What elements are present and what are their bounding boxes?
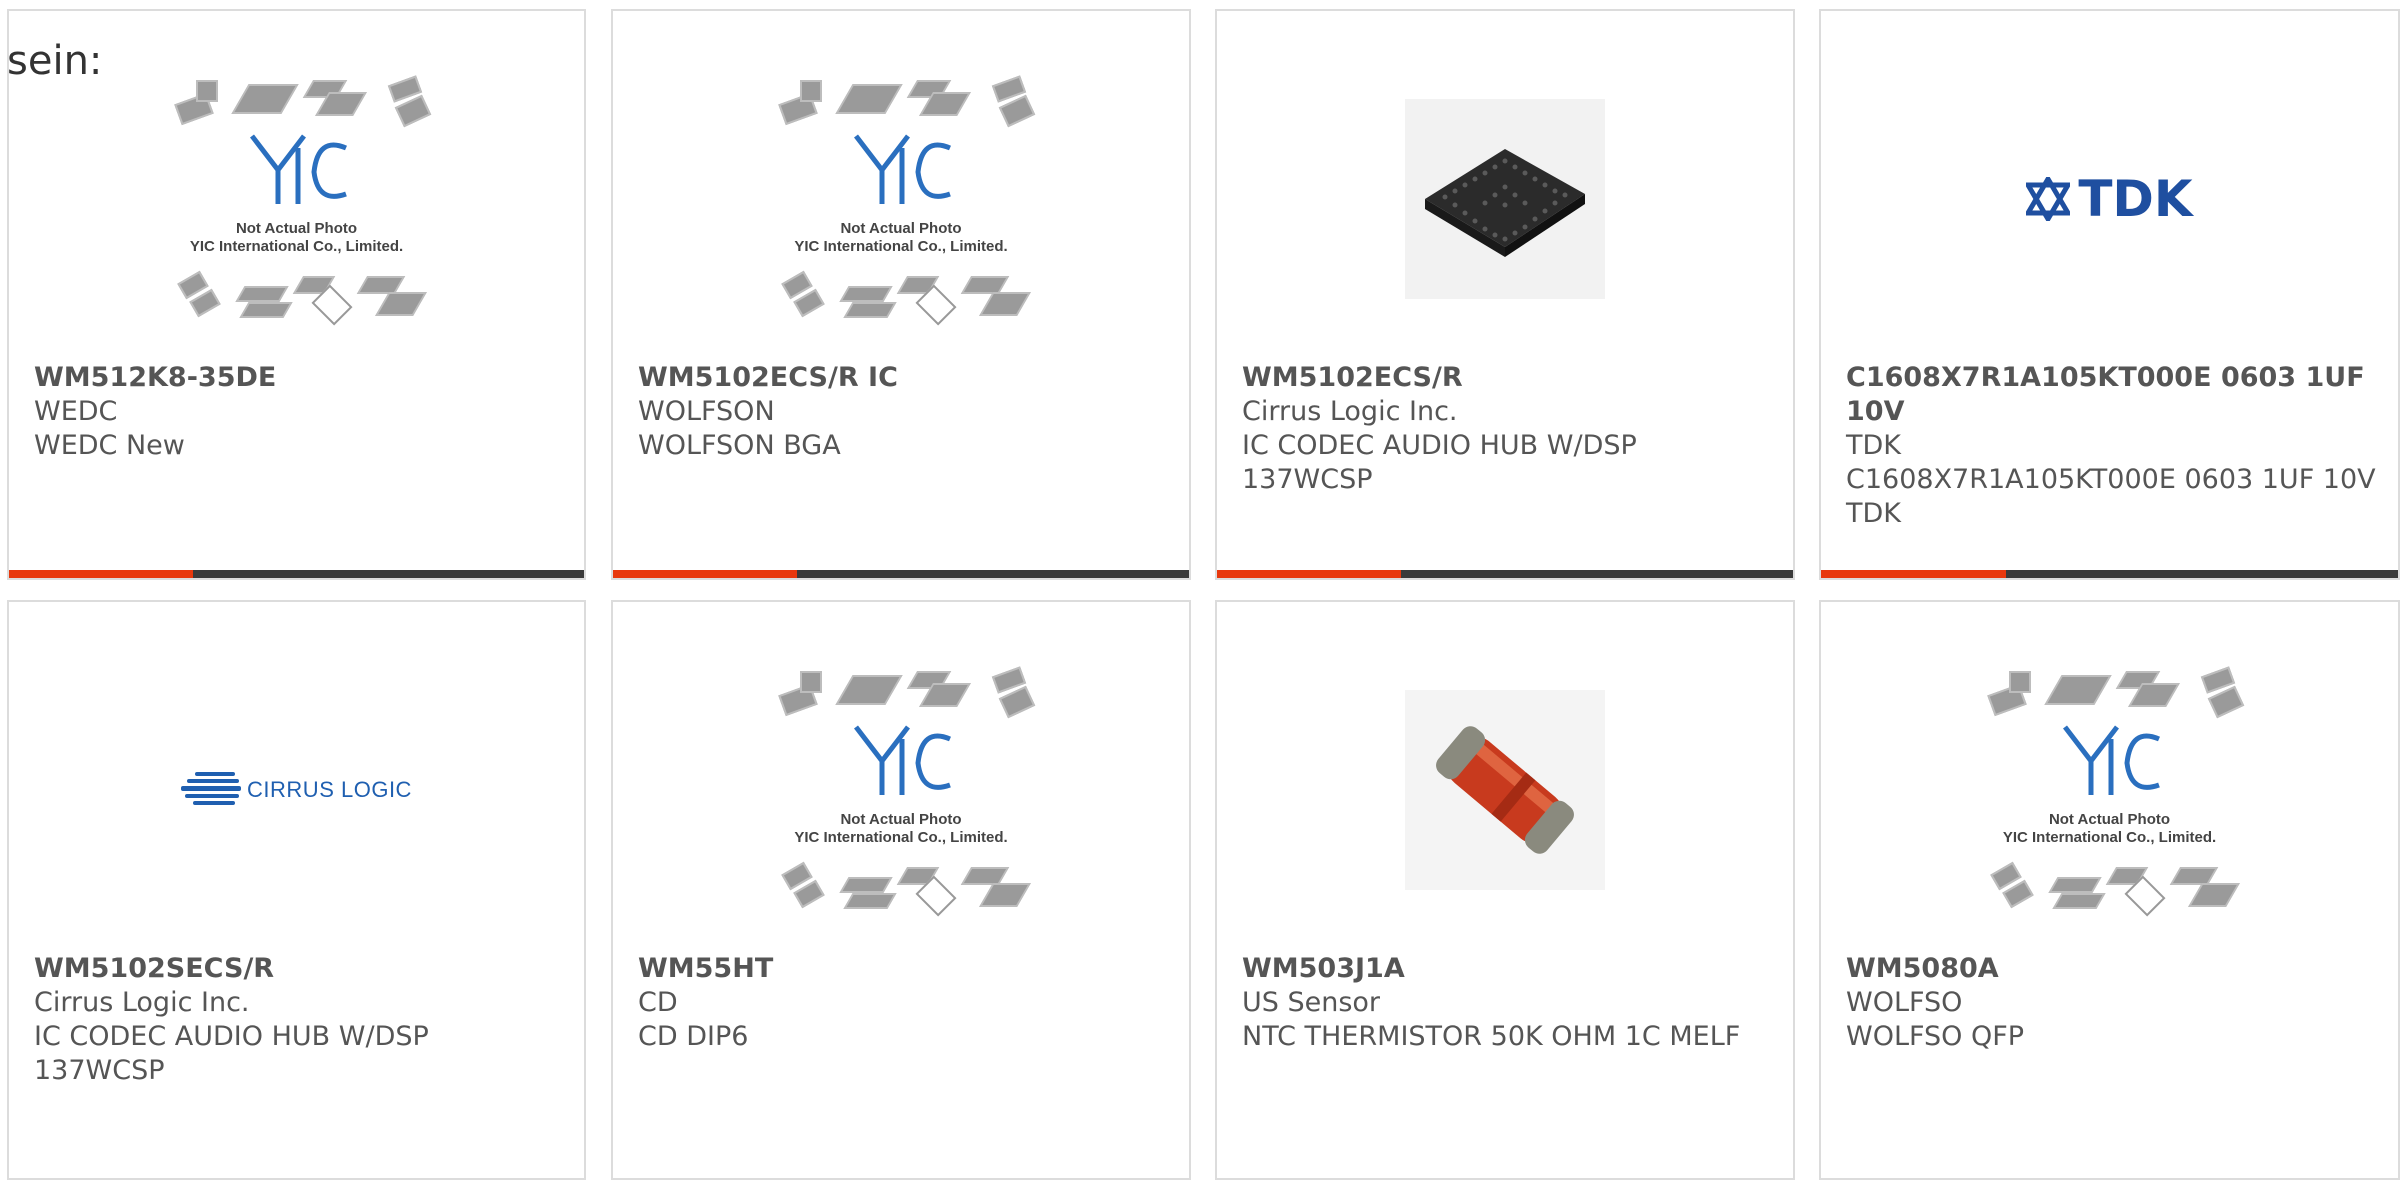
product-part-number[interactable]: WM5102ECS/R IC	[638, 361, 1169, 395]
placeholder-image: Not Actual Photo YIC International Co., …	[766, 75, 1036, 326]
product-manufacturer: WOLFSO	[1846, 987, 1963, 1018]
product-part-number[interactable]: WM5080A	[1846, 952, 2378, 986]
tdk-logo: TDK	[2026, 170, 2193, 228]
melf-diode-photo	[1405, 690, 1605, 890]
product-image[interactable]: Not Actual Photo YIC International Co., …	[1960, 664, 2260, 917]
product-manufacturer: US Sensor	[1242, 987, 1381, 1018]
product-manufacturer: CD	[638, 987, 678, 1018]
yic-logo-icon	[249, 134, 347, 204]
melf-diode-icon	[1436, 726, 1574, 854]
card-bar	[1217, 570, 1793, 578]
product-manufacturer: Cirrus Logic Inc.	[34, 987, 250, 1018]
placeholder-company: YIC International Co., Limited.	[2002, 829, 2217, 846]
card-bar	[613, 570, 1189, 578]
placeholder-caption: Not Actual Photo	[840, 811, 962, 828]
placeholder-caption: Not Actual Photo	[840, 220, 962, 237]
product-card[interactable]: Not Actual Photo YIC International Co., …	[611, 600, 1191, 1180]
product-part-number[interactable]: WM55HT	[638, 952, 1169, 986]
product-image[interactable]: TDK	[1960, 73, 2260, 325]
product-card[interactable]: Not Actual Photo YIC International Co., …	[7, 9, 586, 580]
product-part-number[interactable]: C1608X7R1A105KT000E 0603 1UF 10V	[1846, 361, 2378, 429]
product-description: WEDC New	[34, 430, 185, 461]
product-description: IC CODEC AUDIO HUB W/DSP 137WCSP	[34, 1021, 429, 1086]
cirrus-logic-logo: CIRRUS LOGIC	[181, 770, 412, 810]
product-image[interactable]	[1355, 664, 1655, 916]
product-part-number[interactable]: WM512K8-35DE	[34, 361, 564, 395]
bga-chip-icon	[1425, 149, 1585, 257]
placeholder-caption: Not Actual Photo	[235, 220, 358, 237]
product-card[interactable]: CIRRUS LOGIC WM5102SECS/R Cirrus Logic I…	[7, 600, 586, 1180]
product-card[interactable]: Not Actual Photo YIC International Co., …	[1819, 600, 2400, 1180]
product-image[interactable]: CIRRUS LOGIC	[147, 664, 447, 916]
placeholder-image: Not Actual Photo YIC International Co., …	[766, 666, 1036, 917]
product-image[interactable]: Not Actual Photo YIC International Co., …	[751, 664, 1051, 917]
yic-logo-icon	[2062, 725, 2160, 795]
tdk-emblem-icon	[2026, 177, 2071, 221]
product-card[interactable]: WM503J1A US Sensor NTC THERMISTOR 50K OH…	[1215, 600, 1795, 1180]
product-part-number[interactable]: WM5102ECS/R	[1242, 361, 1773, 395]
tdk-logo-text: TDK	[2078, 170, 2193, 228]
placeholder-company: YIC International Co., Limited.	[794, 829, 1008, 846]
placeholder-image: Not Actual Photo YIC International Co., …	[1975, 666, 2245, 917]
product-image[interactable]	[1355, 73, 1655, 325]
product-description: WOLFSO QFP	[1846, 1021, 2025, 1052]
cirrus-logo-text: CIRRUS LOGIC	[247, 777, 412, 802]
product-description: WOLFSON BGA	[638, 430, 841, 461]
product-card[interactable]: Not Actual Photo YIC International Co., …	[611, 9, 1191, 580]
product-card[interactable]: TDK C1608X7R1A105KT000E 0603 1UF 10V TDK…	[1819, 9, 2400, 580]
product-manufacturer: WOLFSON	[638, 396, 775, 427]
product-image[interactable]: Not Actual Photo YIC International Co., …	[751, 73, 1051, 326]
placeholder-image: Not Actual Photo YIC International Co., …	[162, 75, 432, 326]
yic-logo-icon	[854, 134, 951, 204]
product-description: C1608X7R1A105KT000E 0603 1UF 10V TDK	[1846, 464, 2376, 529]
product-manufacturer: Cirrus Logic Inc.	[1242, 396, 1458, 427]
product-description: NTC THERMISTOR 50K OHM 1C MELF	[1242, 1021, 1741, 1052]
bga-chip-photo	[1405, 99, 1605, 299]
product-part-number[interactable]: WM503J1A	[1242, 952, 1773, 986]
cirrus-swoosh-icon	[181, 772, 242, 805]
product-description: IC CODEC AUDIO HUB W/DSP 137WCSP	[1242, 430, 1637, 495]
placeholder-company: YIC International Co., Limited.	[189, 238, 404, 255]
yic-logo-icon	[854, 725, 951, 795]
product-description: CD DIP6	[638, 1021, 749, 1052]
product-part-number[interactable]: WM5102SECS/R	[34, 952, 564, 986]
product-card[interactable]: WM5102ECS/R Cirrus Logic Inc. IC CODEC A…	[1215, 9, 1795, 580]
product-manufacturer: TDK	[1846, 430, 1901, 461]
card-bar	[1821, 570, 2398, 578]
card-bar	[9, 570, 584, 578]
placeholder-company: YIC International Co., Limited.	[794, 238, 1008, 255]
placeholder-caption: Not Actual Photo	[2048, 811, 2171, 828]
intro-text: sein:	[7, 38, 103, 84]
product-image[interactable]: Not Actual Photo YIC International Co., …	[147, 73, 447, 326]
product-manufacturer: WEDC	[34, 396, 118, 427]
